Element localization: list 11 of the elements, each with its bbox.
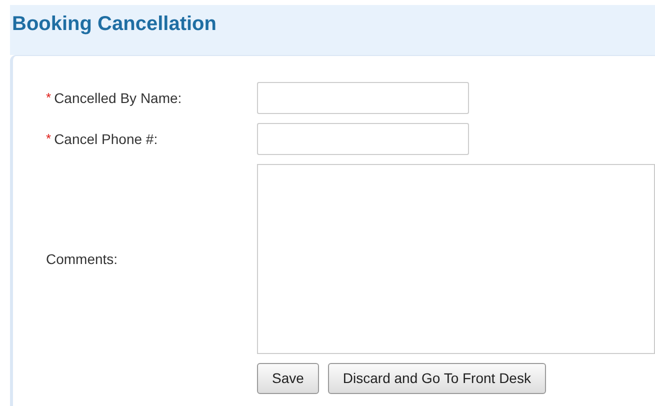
field-label: Cancelled By Name: (54, 88, 182, 108)
discard-button[interactable]: Discard and Go To Front Desk (328, 363, 546, 394)
comments-field[interactable] (257, 164, 655, 354)
input-field[interactable] (257, 82, 469, 114)
required-marker: * (46, 130, 52, 148)
save-button[interactable]: Save (257, 363, 319, 394)
field-label: Comments: (46, 250, 118, 268)
required-marker: * (46, 89, 52, 108)
input-field[interactable] (257, 123, 469, 155)
field-label: Cancel Phone #: (54, 130, 158, 148)
page-title: Booking Cancellation (12, 12, 218, 37)
